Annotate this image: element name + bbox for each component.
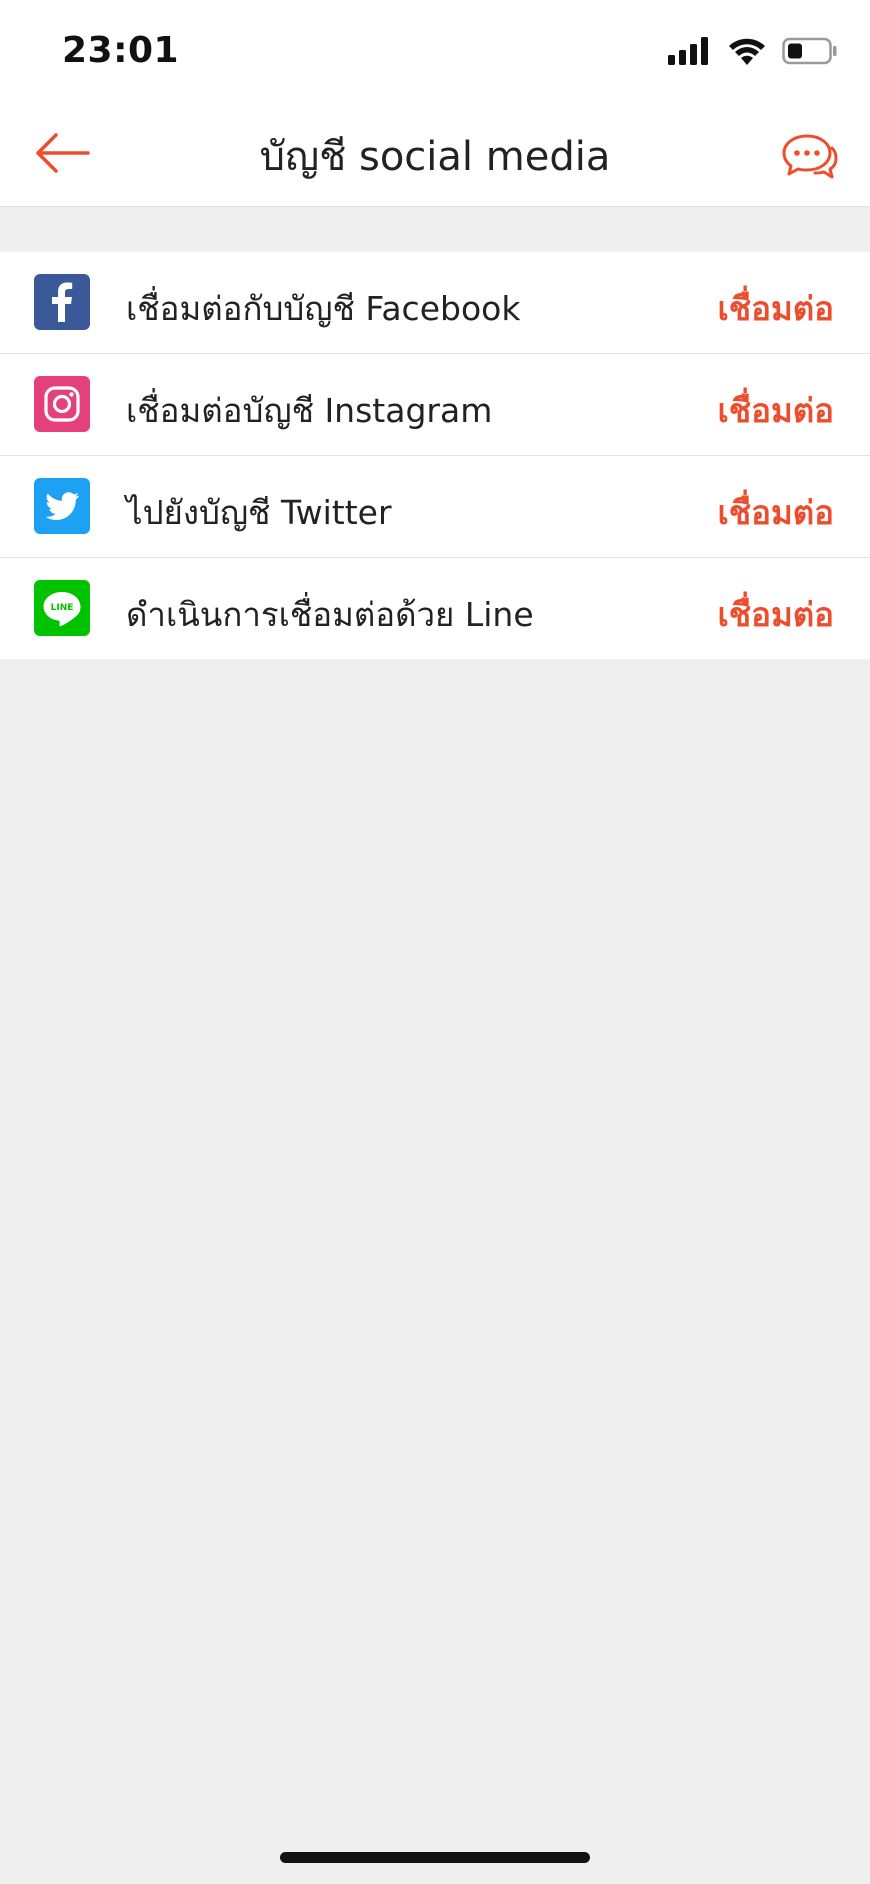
- battery-icon: [782, 37, 837, 65]
- status-bar: 23:01: [0, 0, 870, 100]
- status-icons: [668, 36, 838, 66]
- connect-twitter-button[interactable]: เชื่อมต่อ: [718, 486, 835, 539]
- chat-bubbles-icon: [782, 134, 838, 179]
- line-label: ดำเนินการเชื่อมต่อด้วย Line: [126, 595, 534, 634]
- list-item-instagram[interactable]: เชื่อมต่อบัญชี Instagram เชื่อมต่อ: [0, 354, 870, 456]
- arrow-left-icon: [36, 133, 90, 173]
- facebook-label: เชื่อมต่อกับบัญชี Facebook: [126, 289, 521, 328]
- instagram-icon: [34, 376, 90, 432]
- chat-button[interactable]: [780, 130, 840, 182]
- instagram-label: เชื่อมต่อบัญชี Instagram: [126, 391, 493, 430]
- status-time: 23:01: [62, 30, 180, 71]
- list-item-line[interactable]: LINE ดำเนินการเชื่อมต่อด้วย Line เชื่อมต…: [0, 558, 870, 659]
- back-button[interactable]: [30, 126, 94, 180]
- social-accounts-list: เชื่อมต่อกับบัญชี Facebook เชื่อมต่อ เชื…: [0, 252, 870, 659]
- connect-line-button[interactable]: เชื่อมต่อ: [718, 588, 835, 641]
- nav-header: บัญชี social media: [0, 100, 870, 207]
- twitter-label: ไปยังบัญชี Twitter: [126, 493, 392, 532]
- line-icon: LINE: [34, 580, 90, 636]
- twitter-icon: [34, 478, 90, 534]
- connect-facebook-button[interactable]: เชื่อมต่อ: [718, 282, 835, 335]
- home-indicator[interactable]: [280, 1852, 590, 1863]
- page-title: บัญชี social media: [259, 134, 611, 180]
- facebook-icon: [34, 274, 90, 330]
- connect-instagram-button[interactable]: เชื่อมต่อ: [718, 384, 835, 437]
- line-logo-text: LINE: [51, 603, 74, 613]
- wifi-icon: [729, 38, 765, 65]
- list-item-twitter[interactable]: ไปยังบัญชี Twitter เชื่อมต่อ: [0, 456, 870, 558]
- list-item-facebook[interactable]: เชื่อมต่อกับบัญชี Facebook เชื่อมต่อ: [0, 252, 870, 354]
- cellular-signal-icon: [668, 37, 708, 65]
